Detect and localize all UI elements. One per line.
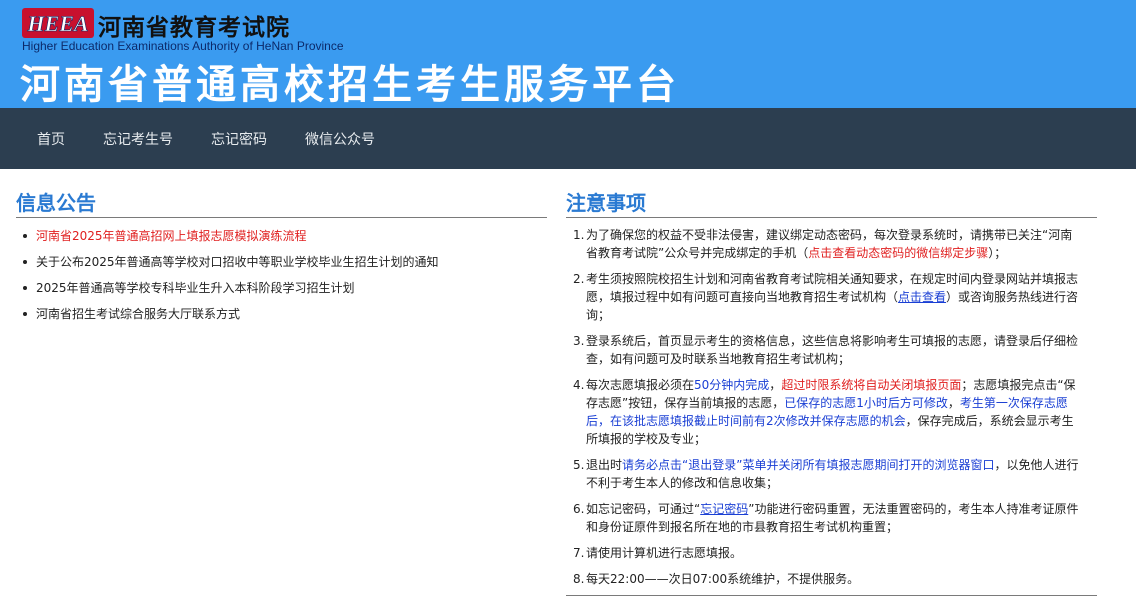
- news-title: 信息公告: [16, 191, 547, 218]
- news-item: 河南省招生考试综合服务大厅联系方式: [16, 305, 547, 323]
- news-list: 河南省2025年普通高招网上填报志愿模拟演练流程 关于公布2025年普通高等学校…: [16, 227, 547, 323]
- bullet-icon: [23, 234, 27, 238]
- org-name-en: Higher Education Examinations Authority …: [22, 39, 344, 53]
- notice-title: 注意事项: [566, 191, 1097, 218]
- bullet-icon: [23, 312, 27, 316]
- bullet-icon: [23, 286, 27, 290]
- news-link[interactable]: 2025年普通高等学校专科毕业生升入本科阶段学习招生计划: [36, 281, 355, 295]
- site-header: HEEA 河南省教育考试院 Higher Education Examinati…: [0, 0, 1136, 108]
- notice-list: 1. 为了确保您的权益不受非法侵害，建议绑定动态密码，每次登录系统时，请携带已关注…: [566, 226, 1097, 588]
- nav-forgot-password[interactable]: 忘记密码: [192, 129, 286, 149]
- notice-item: 8. 每天22:00——次日07:00系统维护，不提供服务。: [566, 570, 1097, 588]
- main-content: 信息公告 河南省2025年普通高招网上填报志愿模拟演练流程 关于公布2025年普…: [0, 169, 1136, 601]
- notice-number: 5.: [573, 458, 585, 472]
- heea-logo-graphic: HEEA: [22, 8, 94, 38]
- news-link[interactable]: 河南省2025年普通高招网上填报志愿模拟演练流程: [36, 229, 307, 243]
- notice-number: 3.: [573, 334, 585, 348]
- notice-bottom-divider: [566, 595, 1097, 596]
- news-link[interactable]: 河南省招生考试综合服务大厅联系方式: [36, 307, 240, 321]
- notice-text: 每天22:00——次日07:00系统维护，不提供服务。: [586, 572, 860, 586]
- notice-text: 请务必点击“退出登录”菜单并关闭所有填报志愿期间打开的浏览器窗口: [622, 458, 995, 472]
- notice-link[interactable]: 忘记密码: [700, 502, 748, 516]
- notice-item: 2. 考生须按照院校招生计划和河南省教育考试院相关通知要求，在规定时间内登录网站并…: [566, 270, 1097, 324]
- notice-text: 50分钟内完成: [694, 378, 770, 392]
- notice-item: 5. 退出时请务必点击“退出登录”菜单并关闭所有填报志愿期间打开的浏览器窗口，以免…: [566, 456, 1097, 492]
- logo-text: HEEA: [26, 11, 88, 36]
- notice-text: ，: [769, 378, 782, 392]
- news-item: 关于公布2025年普通高等学校对口招收中等职业学校毕业生招生计划的通知: [16, 253, 547, 271]
- nav-forgot-exam-number[interactable]: 忘记考生号: [84, 129, 192, 149]
- notice-number: 4.: [573, 378, 585, 392]
- bullet-icon: [23, 260, 27, 264]
- notice-item: 6. 如忘记密码，可通过“忘记密码”功能进行密码重置，无法重置密码的，考生本人持准…: [566, 500, 1097, 536]
- org-name-cn: 河南省教育考试院: [98, 15, 290, 41]
- notice-text: 登录系统后，首页显示考生的资格信息，这些信息将影响考生可填报的志愿，请登录后仔细…: [586, 334, 1079, 366]
- nav-home[interactable]: 首页: [18, 129, 84, 149]
- main-nav: 首页 忘记考生号 忘记密码 微信公众号: [0, 108, 1136, 169]
- notice-text: 已保存的志愿1小时后方可修改: [784, 396, 948, 410]
- notice-text: 退出时: [586, 458, 623, 472]
- notice-panel: 注意事项 1. 为了确保您的权益不受非法侵害，建议绑定动态密码，每次登录系统时，请…: [566, 191, 1097, 596]
- notice-number: 2.: [573, 272, 585, 286]
- notice-number: 6.: [573, 502, 585, 516]
- notice-item: 4. 每次志愿填报必须在50分钟内完成，超过时限系统将自动关闭填报页面；志愿填报完…: [566, 376, 1097, 448]
- notice-text: ）；: [988, 246, 1007, 260]
- news-item: 2025年普通高等学校专科毕业生升入本科阶段学习招生计划: [16, 279, 547, 297]
- notice-text: 每次志愿填报必须在: [586, 378, 695, 392]
- notice-link[interactable]: 点击查看动态密码的微信绑定步骤: [808, 246, 988, 260]
- news-panel: 信息公告 河南省2025年普通高招网上填报志愿模拟演练流程 关于公布2025年普…: [16, 191, 547, 331]
- news-item: 河南省2025年普通高招网上填报志愿模拟演练流程: [16, 227, 547, 245]
- notice-item: 1. 为了确保您的权益不受非法侵害，建议绑定动态密码，每次登录系统时，请携带已关注…: [566, 226, 1097, 262]
- notice-number: 1.: [573, 228, 585, 242]
- notice-link[interactable]: 点击查看: [898, 290, 946, 304]
- platform-title: 河南省普通高校招生考生服务平台: [20, 62, 680, 108]
- heea-logo: HEEA: [22, 8, 94, 38]
- notice-item: 3. 登录系统后，首页显示考生的资格信息，这些信息将影响考生可填报的志愿，请登录后…: [566, 332, 1097, 368]
- notice-text: ，: [947, 396, 960, 410]
- nav-wechat-account[interactable]: 微信公众号: [286, 129, 394, 149]
- notice-number: 8.: [573, 572, 585, 586]
- notice-item: 7. 请使用计算机进行志愿填报。: [566, 544, 1097, 562]
- news-link[interactable]: 关于公布2025年普通高等学校对口招收中等职业学校毕业生招生计划的通知: [36, 255, 439, 269]
- notice-text: 请使用计算机进行志愿填报。: [586, 546, 743, 560]
- notice-text: 如忘记密码，可通过“: [586, 502, 701, 516]
- notice-text: 超过时限系统将自动关闭填报页面: [781, 378, 962, 392]
- notice-number: 7.: [573, 546, 585, 560]
